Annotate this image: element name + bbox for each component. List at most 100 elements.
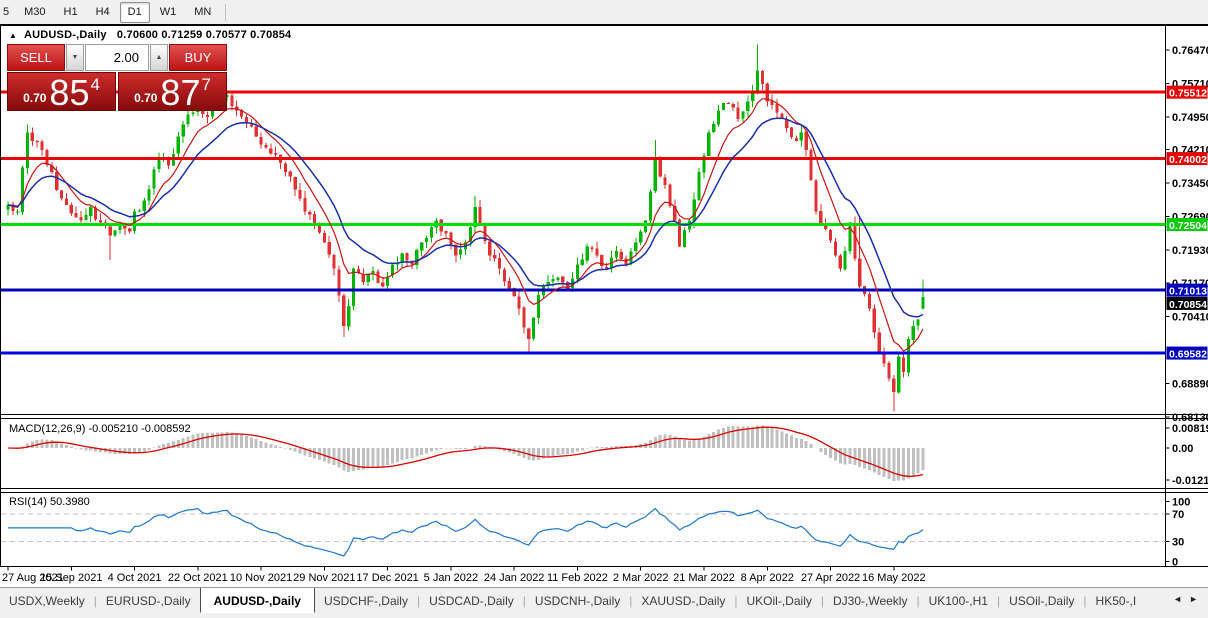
candle-down	[318, 225, 321, 232]
chart-ohlc-values: 0.70600 0.71259 0.70577 0.70854	[117, 29, 291, 41]
candle-down	[40, 142, 43, 150]
candle-down	[337, 269, 340, 295]
timeframe-button-m30[interactable]: M30	[16, 2, 53, 23]
volume-down-button[interactable]: ▼	[66, 44, 84, 71]
timeframe-button-h4[interactable]: H4	[88, 2, 118, 23]
collapse-triangle-icon[interactable]: ▲	[9, 31, 17, 40]
macd-axis-label: -0.012121	[1172, 475, 1208, 487]
candle-up	[148, 189, 151, 200]
sell-price-display[interactable]: 0.70 85 4	[7, 72, 116, 111]
tab-xauusd-daily[interactable]: XAUUSD-,Daily	[632, 591, 734, 611]
tabs-scroll-right-button[interactable]: ►	[1189, 594, 1198, 604]
candle-down	[868, 294, 871, 308]
candle-down	[60, 190, 63, 198]
toolbar-separator	[225, 4, 226, 21]
candle-down	[376, 272, 379, 283]
rsi-axis-label: 70	[1172, 509, 1184, 521]
tab-eurusd-daily[interactable]: EURUSD-,Daily	[97, 591, 200, 611]
date-label: 10 Nov 2021	[230, 572, 292, 584]
macd-axis-label: 0.00	[1172, 443, 1193, 455]
price-badge-value: 0.75512	[1169, 88, 1207, 100]
candle-down	[727, 103, 730, 104]
candle-up	[552, 279, 555, 281]
date-label: 24 Jan 2022	[484, 572, 545, 584]
candle-down	[878, 333, 881, 353]
rsi-axis-label: 100	[1172, 497, 1190, 509]
candle-down	[381, 283, 384, 287]
tab-usdx-weekly[interactable]: USDX,Weekly	[0, 591, 94, 611]
candle-down	[284, 164, 287, 172]
price-axis-label: 0.70410	[1172, 312, 1208, 324]
timeframe-button-w1[interactable]: W1	[152, 2, 185, 23]
candle-up	[698, 172, 701, 200]
candle-up	[352, 269, 355, 306]
candle-up	[537, 295, 540, 318]
timeframe-button-h1[interactable]: H1	[56, 2, 86, 23]
candle-down	[517, 297, 520, 309]
tab-usdchf-daily[interactable]: USDCHF-,Daily	[315, 591, 417, 611]
tabs-scroll-left-button[interactable]: ◄	[1173, 594, 1182, 604]
candle-down	[128, 228, 131, 231]
candle-down	[663, 177, 666, 185]
tab-usdcad-daily[interactable]: USDCAD-,Daily	[420, 591, 523, 611]
candle-up	[746, 101, 749, 111]
candle-down	[259, 137, 262, 145]
candle-down	[75, 213, 78, 218]
sell-price-pip: 4	[90, 75, 99, 95]
candle-down	[736, 107, 739, 119]
volume-up-button[interactable]: ▲	[150, 44, 168, 71]
date-label: 11 Feb 2022	[547, 572, 608, 584]
candle-up	[639, 231, 642, 242]
date-label: 15 Sep 2021	[40, 572, 102, 584]
candle-up	[897, 357, 900, 393]
sell-price-big: 85	[49, 77, 89, 109]
buy-button[interactable]: BUY	[169, 44, 227, 71]
candle-down	[488, 241, 491, 255]
candle-up	[576, 264, 579, 279]
buy-price-display[interactable]: 0.70 87 7	[118, 72, 227, 111]
price-axis-label: 0.71930	[1172, 245, 1208, 257]
candle-up	[654, 159, 657, 191]
candle-up	[717, 110, 720, 124]
timeframe-button-5[interactable]: 5	[1, 2, 14, 23]
date-label: 21 Mar 2022	[673, 572, 735, 584]
timeframe-button-d1[interactable]: D1	[120, 2, 150, 23]
candle-up	[649, 192, 652, 221]
candle-up	[581, 259, 584, 264]
tab-hk50-i[interactable]: HK50-,I	[1087, 591, 1146, 611]
candle-down	[478, 207, 481, 225]
volume-input[interactable]: 2.00	[85, 44, 149, 71]
sell-button[interactable]: SELL	[7, 44, 65, 71]
candle-up	[459, 249, 462, 254]
tab-ukoil-daily[interactable]: UKOil-,Daily	[738, 591, 821, 611]
candle-down	[503, 269, 506, 281]
tab-usdcnh-daily[interactable]: USDCNH-,Daily	[526, 591, 629, 611]
date-label: 2 Mar 2022	[613, 572, 669, 584]
candle-down	[405, 253, 408, 261]
tab-audusd-daily[interactable]: AUDUSD-,Daily	[200, 588, 315, 613]
chart-symbol-label: AUDUSD-,Daily	[24, 29, 107, 41]
timeframe-button-mn[interactable]: MN	[186, 2, 219, 23]
tab-uk100-h1[interactable]: UK100-,H1	[920, 591, 997, 611]
rsi-axis-label: 0	[1172, 557, 1178, 569]
candle-down	[839, 255, 842, 268]
price-axis-label: 0.68890	[1172, 379, 1208, 391]
date-label: 5 Jan 2022	[424, 572, 478, 584]
date-label: 4 Oct 2021	[108, 572, 162, 584]
chart-tab-bar: USDX,Weekly|EURUSD-,DailyAUDUSD-,DailyUS…	[0, 587, 1208, 618]
candle-down	[892, 379, 895, 392]
candle-up	[138, 210, 141, 211]
price-badge-value: 0.74002	[1169, 154, 1207, 166]
tab-usoil-daily[interactable]: USOil-,Daily	[1000, 591, 1083, 611]
candle-down	[902, 357, 905, 372]
candle-up	[532, 317, 535, 338]
candle-up	[844, 251, 847, 269]
sell-price-prefix: 0.70	[23, 91, 46, 105]
price-axis-label: 0.74950	[1172, 112, 1208, 124]
candle-down	[65, 199, 68, 205]
candle-up	[556, 277, 559, 280]
tab-dj30-weekly[interactable]: DJ30-,Weekly	[824, 591, 916, 611]
candle-down	[805, 132, 808, 150]
candle-down	[269, 148, 272, 153]
buy-price-prefix: 0.70	[134, 91, 157, 105]
